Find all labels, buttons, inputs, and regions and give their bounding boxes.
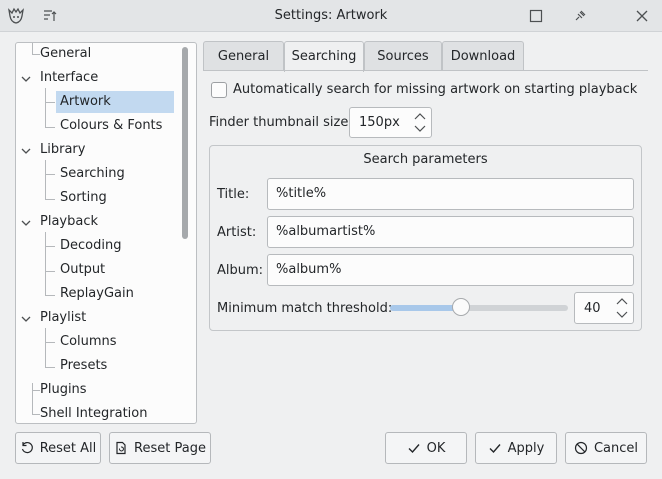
chevron-down-icon[interactable] — [20, 217, 32, 229]
tree-guide — [45, 367, 55, 368]
document-reset-icon — [116, 441, 126, 455]
threshold-slider-fill — [390, 305, 462, 311]
title-bar: Settings: Artwork — [0, 0, 662, 32]
reset-page-label: Reset Page — [134, 440, 206, 456]
tree-guide — [45, 88, 46, 128]
tree-guide — [45, 127, 55, 128]
title-label: Title: — [217, 187, 250, 202]
tab-general[interactable]: General — [203, 41, 284, 71]
ok-label: OK — [426, 440, 446, 456]
settings-tree[interactable]: General Interface Artwork Colours & Font… — [15, 42, 197, 424]
ok-button[interactable]: OK — [385, 432, 467, 464]
tree-item-plugins[interactable]: Plugins — [40, 379, 87, 401]
tab-sources[interactable]: Sources — [364, 41, 442, 71]
tab-searching[interactable]: Searching — [284, 41, 364, 72]
tab-download[interactable]: Download — [442, 41, 524, 71]
maximize-icon[interactable] — [524, 4, 548, 28]
threshold-spinbox[interactable]: 40 — [574, 292, 634, 324]
tree-guide — [45, 328, 46, 368]
title-field[interactable]: %title% — [267, 178, 634, 210]
threshold-label: Minimum match threshold: — [217, 301, 393, 316]
apply-label: Apply — [507, 440, 545, 456]
tree-item-searching[interactable]: Searching — [60, 163, 125, 185]
reset-all-button[interactable]: Reset All — [15, 432, 101, 464]
tree-guide — [32, 414, 40, 415]
auto-search-checkbox[interactable] — [211, 82, 227, 98]
tree-guide — [45, 199, 55, 200]
album-label: Album: — [217, 263, 264, 278]
search-parameters-title: Search parameters — [363, 152, 488, 167]
tree-guide — [45, 232, 46, 295]
album-field[interactable]: %album% — [267, 254, 634, 286]
window-title: Settings: Artwork — [274, 8, 388, 23]
thumbnail-size-spinbox[interactable]: 150px — [349, 107, 432, 138]
cancel-label: Cancel — [593, 440, 639, 456]
spin-arrows-icon[interactable] — [413, 110, 427, 135]
tree-item-shell-integration[interactable]: Shell Integration — [40, 403, 147, 423]
tree-item-colours-fonts[interactable]: Colours & Fonts — [60, 115, 162, 137]
check-icon — [489, 444, 501, 454]
thumbnail-size-value: 150px — [359, 115, 400, 130]
tree-item-general[interactable]: General — [40, 43, 91, 65]
spin-arrows-icon[interactable] — [615, 295, 629, 321]
reset-page-button[interactable]: Reset Page — [109, 432, 211, 464]
tree-item-artwork[interactable]: Artwork — [56, 91, 174, 113]
tree-item-replaygain[interactable]: ReplayGain — [60, 283, 134, 305]
tree-guide — [45, 295, 55, 296]
tree-item-output[interactable]: Output — [60, 259, 105, 281]
close-icon[interactable] — [630, 4, 654, 28]
thumbnail-size-label: Finder thumbnail size: — [209, 115, 353, 130]
tree-guide — [45, 102, 55, 103]
chevron-down-icon[interactable] — [20, 145, 32, 157]
tree-guide — [45, 246, 55, 247]
pin-icon[interactable] — [568, 4, 592, 28]
tree-guide — [45, 342, 55, 343]
tree-item-presets[interactable]: Presets — [60, 355, 107, 377]
threshold-value: 40 — [584, 301, 601, 316]
chevron-down-icon[interactable] — [20, 313, 32, 325]
tree-guide — [45, 174, 55, 175]
tree-item-playback[interactable]: Playback — [40, 211, 98, 233]
tree-item-library[interactable]: Library — [40, 139, 85, 161]
apply-button[interactable]: Apply — [475, 432, 557, 464]
cancel-button[interactable]: Cancel — [565, 432, 647, 464]
tree-guide — [32, 54, 40, 55]
artist-field[interactable]: %albumartist% — [267, 216, 634, 248]
tree-guide — [32, 43, 33, 54]
reset-icon — [21, 441, 33, 454]
threshold-slider[interactable] — [390, 305, 568, 311]
artist-label: Artist: — [217, 225, 257, 240]
tree-guide — [32, 383, 33, 415]
tree-item-playlist[interactable]: Playlist — [40, 307, 86, 329]
auto-search-label: Automatically search for missing artwork… — [233, 82, 638, 97]
check-icon — [408, 444, 420, 454]
chevron-down-icon[interactable] — [20, 73, 32, 85]
tab-divider — [203, 70, 648, 71]
tree-item-interface[interactable]: Interface — [40, 67, 98, 89]
tree-item-columns[interactable]: Columns — [60, 331, 117, 353]
tree-guide — [45, 160, 46, 200]
tree-item-decoding[interactable]: Decoding — [60, 235, 121, 257]
tree-item-sorting[interactable]: Sorting — [60, 187, 107, 209]
tree-guide — [32, 390, 40, 391]
tree-guide — [45, 271, 55, 272]
reset-all-label: Reset All — [39, 440, 97, 456]
cancel-icon — [574, 441, 588, 455]
tree-scrollbar[interactable] — [182, 47, 188, 239]
